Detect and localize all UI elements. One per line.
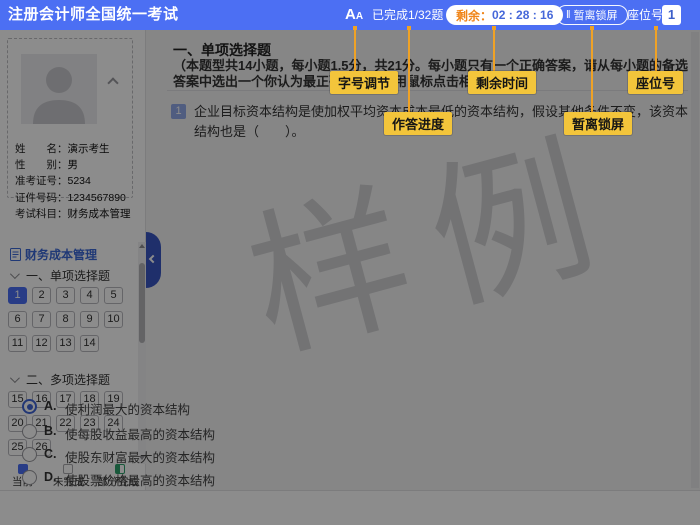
remaining-time-pill: 剩余：02 : 28 : 16 [446, 5, 563, 25]
annotation-line [655, 30, 657, 72]
annotation-dot [407, 26, 411, 30]
tutorial-dim-overlay [0, 30, 700, 525]
remaining-value: 02 : 28 : 16 [492, 8, 553, 22]
annotation-label: 座位号 [628, 71, 683, 94]
annotation-label: 字号调节 [330, 71, 398, 94]
annotation-dot [590, 26, 594, 30]
seat-number-value: 1 [662, 5, 681, 25]
font-size-icon: A [345, 6, 356, 23]
annotation-dot [654, 26, 658, 30]
annotation-dot [492, 26, 496, 30]
annotation-label: 暂离锁屏 [564, 112, 632, 135]
remaining-label: 剩余： [456, 7, 492, 24]
pause-icon: ‖ [566, 9, 571, 21]
annotation-dot [353, 26, 357, 30]
annotation-label: 剩余时间 [468, 71, 536, 94]
annotation-label: 作答进度 [384, 112, 452, 135]
exam-title: 注册会计师全国统一考试 [8, 0, 179, 30]
annotation-line [408, 30, 410, 113]
annotation-line [493, 30, 495, 72]
lock-screen-button[interactable]: ‖暂离锁屏 [556, 5, 628, 25]
annotation-line [591, 30, 593, 113]
top-bar: 注册会计师全国统一考试 AA 已完成1/32题 剩余：02 : 28 : 16 … [0, 0, 700, 30]
annotation-line [354, 30, 356, 72]
